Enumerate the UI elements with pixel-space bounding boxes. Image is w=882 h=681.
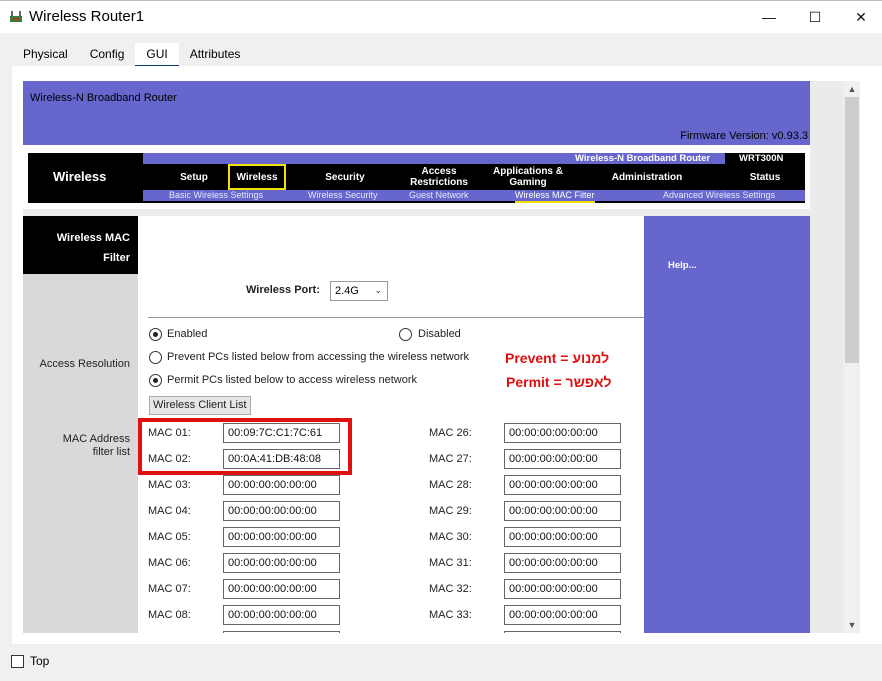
close-button[interactable]: ✕ <box>838 1 882 33</box>
submenu-guest-network[interactable]: Guest Network <box>409 190 469 200</box>
tab-gui[interactable]: GUI <box>135 43 179 67</box>
chevron-down-icon: ⌄ <box>374 285 382 295</box>
mac-31-input[interactable] <box>504 553 621 573</box>
radio-selected-dot <box>153 378 158 383</box>
mac-filter-list-label: MAC Address filter list <box>62 433 130 458</box>
red-highlight-box <box>138 418 352 475</box>
mac-08-input[interactable] <box>223 605 340 625</box>
vertical-scrollbar[interactable]: ▲ ▼ <box>844 81 860 633</box>
mac-05-input[interactable] <box>223 527 340 547</box>
mac-09-input-partial[interactable] <box>223 631 340 633</box>
prevent-radio[interactable] <box>149 351 162 364</box>
menu-setup[interactable]: Setup <box>163 164 225 190</box>
mac-label: MAC 05: <box>148 531 191 543</box>
mac-filter-heading: Wireless MAC Filter <box>23 216 138 274</box>
submenu-wireless-security[interactable]: Wireless Security <box>308 190 378 200</box>
mac-27-input[interactable] <box>504 449 621 469</box>
mac-label: MAC 26: <box>429 427 472 439</box>
tab-config[interactable]: Config <box>79 43 136 67</box>
prevent-annotation: Prevent = למנוע <box>505 350 610 366</box>
router-header: Wireless-N Broadband Router Firmware Ver… <box>23 81 810 145</box>
mac-32-input[interactable] <box>504 579 621 599</box>
bottom-bar: Top <box>0 644 882 681</box>
mac-29-input[interactable] <box>504 501 621 521</box>
mac-label: MAC 28: <box>429 479 472 491</box>
mac-label: MAC 06: <box>148 557 191 569</box>
menu-status[interactable]: Status <box>735 164 795 190</box>
mac-label: MAC 33: <box>429 609 472 621</box>
mac-label: MAC 32: <box>429 583 472 595</box>
device-tabs: Physical Config GUI Attributes <box>12 43 251 67</box>
mac-label: MAC 31: <box>429 557 472 569</box>
top-checkbox[interactable] <box>11 655 24 668</box>
prevent-label: Prevent PCs listed below from accessing … <box>167 351 470 363</box>
submenu-advanced-wireless[interactable]: Advanced Wireless Settings <box>663 190 775 200</box>
section-title: Wireless <box>53 169 107 184</box>
brand-label: Wireless-N Broadband Router <box>575 153 711 164</box>
mac-04-input[interactable] <box>223 501 340 521</box>
menu-applications-gaming[interactable]: Applications & Gaming <box>489 164 567 190</box>
mac-07-input[interactable] <box>223 579 340 599</box>
enabled-label: Enabled <box>167 328 208 340</box>
mac-28-input[interactable] <box>504 475 621 495</box>
scroll-up-icon[interactable]: ▲ <box>844 81 860 97</box>
wireless-port-select[interactable]: 2.4G ⌄ <box>330 281 388 301</box>
scroll-down-icon[interactable]: ▼ <box>844 617 860 633</box>
mac-label: MAC 27: <box>429 453 472 465</box>
router-app-icon <box>10 11 22 22</box>
mac-label: MAC 03: <box>148 479 191 491</box>
window-title: Wireless Router1 <box>29 8 145 25</box>
menu-wireless[interactable]: Wireless <box>228 164 286 190</box>
mac-06-input[interactable] <box>223 553 340 573</box>
router-nav: Wireless Wireless-N Broadband Router WRT… <box>23 145 810 209</box>
mac-03-input[interactable] <box>223 475 340 495</box>
minimize-button[interactable]: — <box>746 1 792 33</box>
permit-annotation: Permit = לאפשר <box>506 374 612 390</box>
wireless-client-list-button[interactable]: Wireless Client List <box>149 396 251 415</box>
mac-label: MAC 04: <box>148 505 191 517</box>
tab-attributes[interactable]: Attributes <box>179 43 252 67</box>
disabled-label: Disabled <box>418 328 461 340</box>
help-link[interactable]: Help... <box>668 260 697 271</box>
router-web-page: Wireless-N Broadband Router Firmware Ver… <box>23 81 844 633</box>
submenu-mac-filter[interactable]: Wireless MAC Filter <box>515 190 595 203</box>
maximize-button[interactable]: ☐ <box>792 1 838 33</box>
mac-30-input[interactable] <box>504 527 621 547</box>
permit-radio[interactable] <box>149 374 162 387</box>
mac-label: MAC 30: <box>429 531 472 543</box>
permit-label: Permit PCs listed below to access wirele… <box>167 374 418 386</box>
top-label: Top <box>30 654 50 668</box>
mac-label: MAC 29: <box>429 505 472 517</box>
mac-33-input[interactable] <box>504 605 621 625</box>
menu-administration[interactable]: Administration <box>599 164 695 190</box>
tab-physical[interactable]: Physical <box>12 43 79 67</box>
submenu-basic-wireless[interactable]: Basic Wireless Settings <box>169 190 263 200</box>
mac-label: MAC 07: <box>148 583 191 595</box>
access-resolution-label: Access Resolution <box>39 358 131 370</box>
product-name: Wireless-N Broadband Router <box>30 92 177 104</box>
menu-access-restrictions[interactable]: Access Restrictions <box>401 164 477 190</box>
enabled-radio[interactable] <box>149 328 162 341</box>
scrollbar-thumb[interactable] <box>845 97 859 363</box>
left-label-column: Wireless MAC Filter Access Resolution MA… <box>23 216 138 633</box>
mac-label: MAC 08: <box>148 609 191 621</box>
radio-selected-dot <box>153 332 158 337</box>
model-label: WRT300N <box>739 153 784 164</box>
wireless-port-label: Wireless Port: <box>246 284 320 296</box>
title-bar: Wireless Router1 — ☐ ✕ <box>0 0 882 33</box>
divider <box>148 317 644 318</box>
menu-security[interactable]: Security <box>306 164 384 190</box>
mac-34-input-partial[interactable] <box>504 631 621 633</box>
disabled-radio[interactable] <box>399 328 412 341</box>
mac-26-input[interactable] <box>504 423 621 443</box>
help-column: Help... <box>644 216 810 633</box>
firmware-version: Firmware Version: v0.93.3 <box>680 130 808 142</box>
